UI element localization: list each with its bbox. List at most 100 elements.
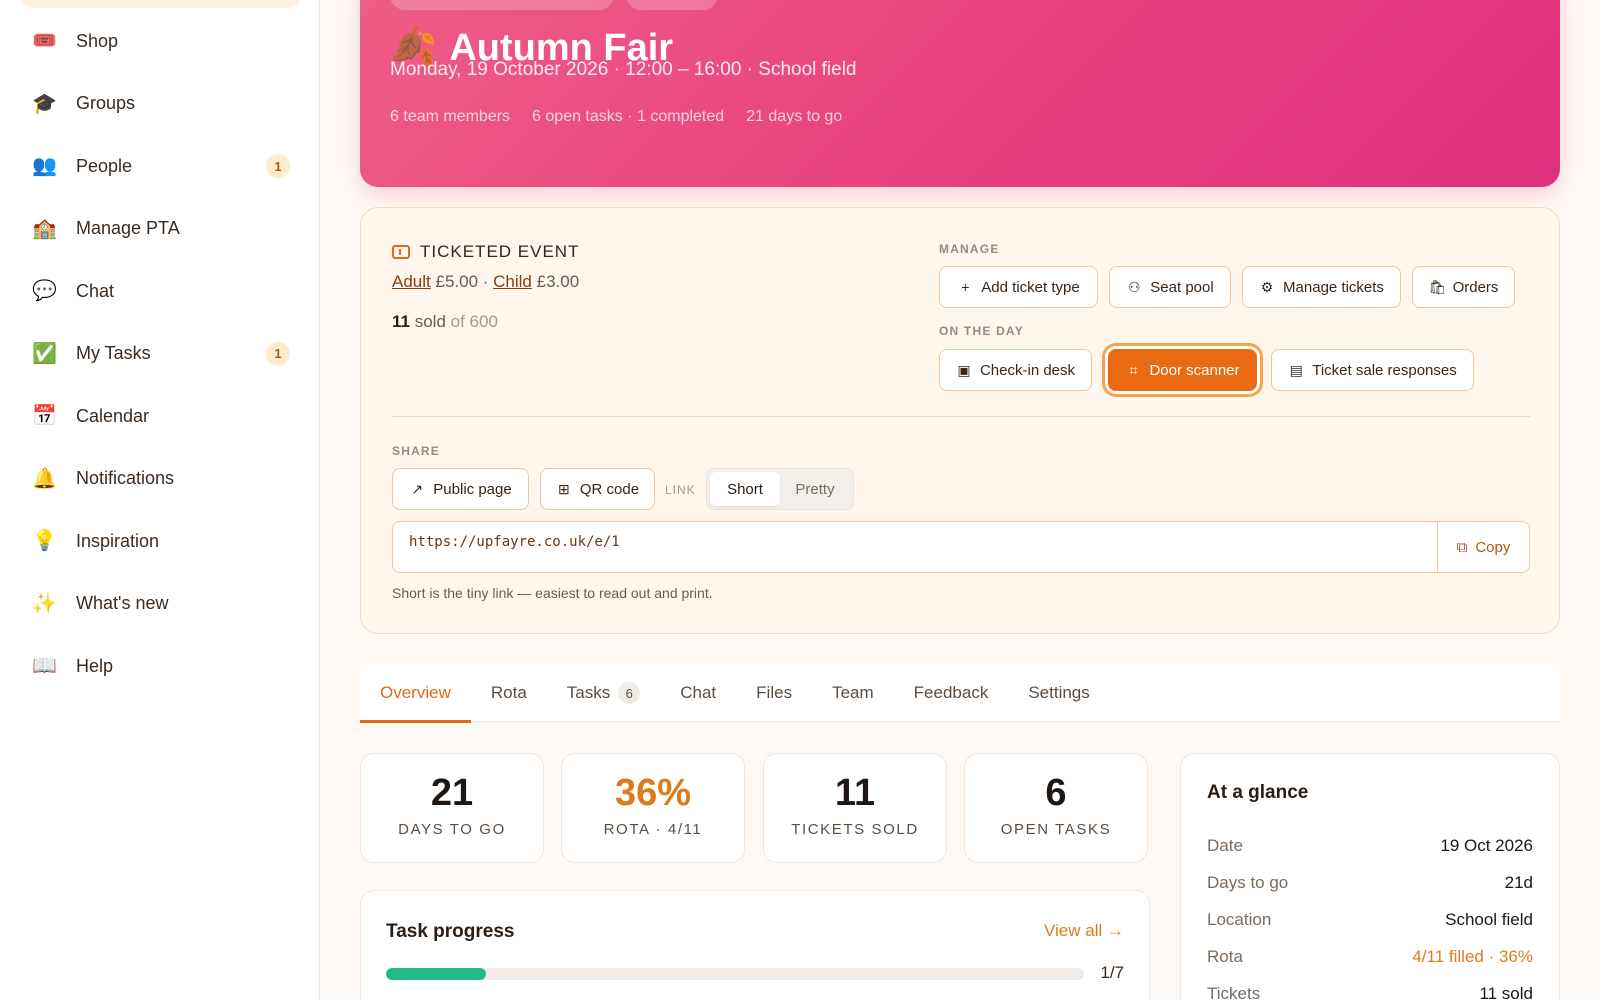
link-style-pretty[interactable]: Pretty xyxy=(780,472,850,506)
stat-value: 11 xyxy=(834,772,876,814)
sidebar-nav: 🎟️ Shop 🎓 Groups 👥 People 1 🏫 Manage PTA… xyxy=(0,10,320,698)
stat-value: 6 xyxy=(1045,772,1067,814)
graduation-cap-icon: 🎓 xyxy=(32,92,57,115)
sidebar-item-notifications[interactable]: 🔔 Notifications xyxy=(0,448,320,511)
ticket-prices: Adult £5.00 · Child £3.00 xyxy=(392,272,579,292)
button-label: Door scanner xyxy=(1149,361,1240,379)
glance-row-tickets: Tickets 11 sold xyxy=(1207,984,1533,1000)
sidebar-item-inspiration[interactable]: 💡 Inspiration xyxy=(0,510,320,573)
sidebar: 🎟️ Shop 🎓 Groups 👥 People 1 🏫 Manage PTA… xyxy=(0,0,320,1000)
glance-value: 19 Oct 2026 xyxy=(1440,836,1533,855)
sidebar-item-label: Chat xyxy=(76,280,115,301)
tab-label: Settings xyxy=(1028,683,1090,702)
button-label: Public page xyxy=(433,480,512,498)
sold-word: sold xyxy=(414,312,446,331)
link-hint: Short is the tiny link — easiest to read… xyxy=(392,585,713,601)
sidebar-top-item[interactable] xyxy=(20,0,302,8)
stat-label: OPEN TASKS xyxy=(1000,821,1112,838)
public-page-button[interactable]: ↗ Public page xyxy=(392,468,529,510)
glance-value: 4/11 filled · 36% xyxy=(1412,947,1533,966)
share-url[interactable]: https://upfayre.co.uk/e/1 xyxy=(393,522,1437,572)
sidebar-item-label: People xyxy=(76,155,133,176)
tab-tasks[interactable]: Tasks 6 xyxy=(547,664,660,722)
check-in-desk-button[interactable]: ▣ Check-in desk xyxy=(939,349,1092,391)
stat-label: DAYS TO GO xyxy=(398,821,506,838)
link-style-short[interactable]: Short xyxy=(710,472,780,506)
glance-value: School field xyxy=(1445,910,1533,929)
sidebar-item-manage-pta[interactable]: 🏫 Manage PTA xyxy=(0,198,320,261)
tab-rota[interactable]: Rota xyxy=(471,664,547,722)
at-a-glance-card: At a glance Date 19 Oct 2026 Days to go … xyxy=(1180,753,1560,1000)
sidebar-item-label: Manage PTA xyxy=(76,218,180,239)
tasks-summary: 6 open tasks · 1 completed xyxy=(532,108,725,125)
sidebar-item-people[interactable]: 👥 People 1 xyxy=(0,135,320,198)
seat-pool-button[interactable]: ⚇ Seat pool xyxy=(1109,266,1231,308)
bell-icon: 🔔 xyxy=(32,467,57,490)
school-chip[interactable] xyxy=(390,0,614,10)
child-price-link[interactable]: Child xyxy=(493,272,532,291)
qr-scan-icon: ⌗ xyxy=(1129,361,1138,378)
ticket-sale-responses-button[interactable]: ▤ Ticket sale responses xyxy=(1271,349,1474,391)
tab-overview[interactable]: Overview xyxy=(360,664,471,723)
event-meta: 6 team members 6 open tasks · 1 complete… xyxy=(390,108,842,126)
external-link-icon: ↗ xyxy=(411,480,424,497)
sidebar-item-groups[interactable]: 🎓 Groups xyxy=(0,73,320,136)
qr-code-button[interactable]: ⊞ QR code xyxy=(540,468,655,510)
sidebar-item-shop[interactable]: 🎟️ Shop xyxy=(0,10,320,73)
share-label: SHARE xyxy=(392,444,441,458)
ticketing-heading-text: TICKETED EVENT xyxy=(420,242,580,261)
ticketing-panel: TICKETED EVENT Adult £5.00 · Child £3.00… xyxy=(360,207,1560,634)
sidebar-item-my-tasks[interactable]: ✅ My Tasks 1 xyxy=(0,323,320,386)
orders-button[interactable]: 🛍 Orders xyxy=(1412,266,1515,308)
stat-card-open-tasks: 6 OPEN TASKS xyxy=(964,753,1148,863)
stat-value: 36% xyxy=(614,772,692,814)
sidebar-item-whats-new[interactable]: ✨ What's new xyxy=(0,573,320,636)
link-label: LINK xyxy=(665,483,696,497)
tab-label: Team xyxy=(832,683,874,702)
glance-row-rota: Rota 4/11 filled · 36% xyxy=(1207,947,1533,967)
sparkles-icon: ✨ xyxy=(32,592,57,615)
copy-button[interactable]: ⧉ Copy xyxy=(1437,522,1529,572)
tab-settings[interactable]: Settings xyxy=(1008,664,1109,722)
clipboard-list-icon: ▤ xyxy=(1289,361,1303,378)
adult-price-link[interactable]: Adult xyxy=(392,272,431,291)
share-url-field: https://upfayre.co.uk/e/1 ⧉ Copy xyxy=(392,521,1530,573)
people-icon: 👥 xyxy=(32,155,57,178)
copy-label: Copy xyxy=(1475,538,1511,556)
glance-value: 21d xyxy=(1504,873,1533,892)
sidebar-item-calendar[interactable]: 📅 Calendar xyxy=(0,385,320,448)
adult-price: £5.00 xyxy=(435,272,479,291)
sidebar-item-label: Notifications xyxy=(76,468,175,489)
section-divider xyxy=(392,416,1530,417)
sidebar-item-label: What's new xyxy=(76,593,169,614)
notification-badge: 1 xyxy=(266,341,290,366)
tab-label: Files xyxy=(756,683,793,702)
add-ticket-type-button[interactable]: + Add ticket type xyxy=(939,266,1098,308)
stat-label: TICKETS SOLD xyxy=(791,821,919,838)
sidebar-item-label: Inspiration xyxy=(76,530,160,551)
tab-feedback[interactable]: Feedback xyxy=(894,664,1009,722)
stat-label: ROTA · 4/11 xyxy=(603,821,703,838)
tab-label: Chat xyxy=(680,683,717,702)
door-scanner-button[interactable]: ⌗ Door scanner xyxy=(1108,349,1257,391)
view-all-link[interactable]: View all → xyxy=(1044,921,1124,941)
team-members-count: 6 team members xyxy=(390,108,511,125)
role-chip[interactable] xyxy=(626,0,718,10)
button-label: QR code xyxy=(579,480,640,498)
tab-files[interactable]: Files xyxy=(736,664,812,722)
tab-team[interactable]: Team xyxy=(812,664,894,722)
stat-card-rota: 36% ROTA · 4/11 xyxy=(561,753,745,863)
ticketing-heading: TICKETED EVENT xyxy=(392,242,579,262)
sidebar-item-label: Calendar xyxy=(76,405,150,426)
speech-bubble-icon: 💬 xyxy=(32,280,57,303)
manage-tickets-button[interactable]: ⚙ Manage tickets xyxy=(1242,266,1401,308)
glance-key: Tickets xyxy=(1207,984,1261,1000)
child-price: £3.00 xyxy=(536,272,580,291)
sidebar-item-chat[interactable]: 💬 Chat xyxy=(0,260,320,323)
button-label: Check-in desk xyxy=(979,361,1076,379)
tab-chat[interactable]: Chat xyxy=(660,664,736,722)
stat-card-days: 21 DAYS TO GO xyxy=(360,753,544,863)
plus-icon: + xyxy=(961,279,970,295)
sidebar-item-help[interactable]: 📖 Help xyxy=(0,635,320,698)
glance-key: Location xyxy=(1207,910,1272,929)
